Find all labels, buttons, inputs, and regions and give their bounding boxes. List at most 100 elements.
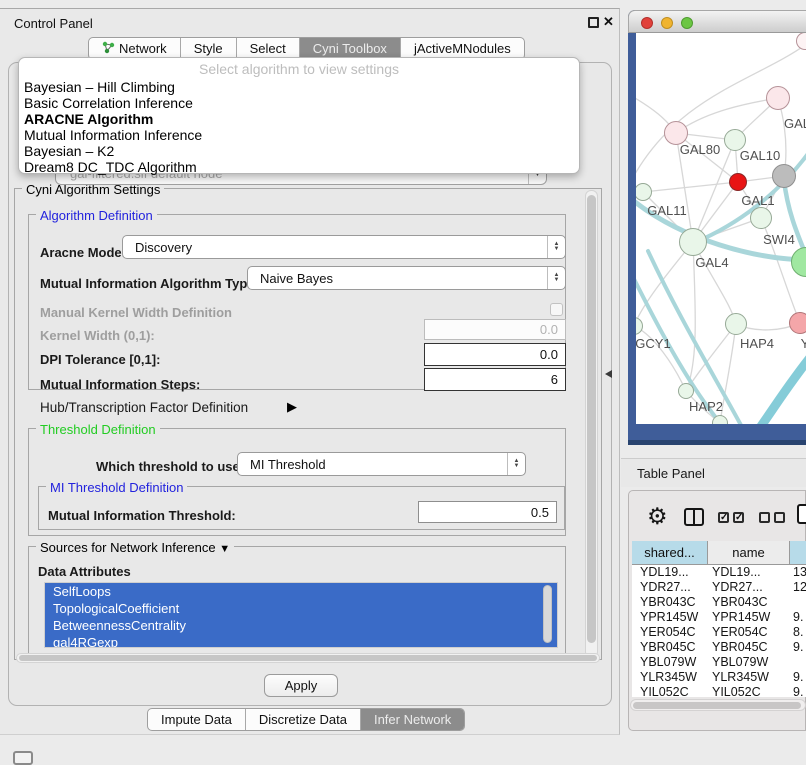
- tab-discretize-data[interactable]: Discretize Data: [245, 709, 360, 730]
- table-h-scrollbar-thumb[interactable]: [633, 702, 801, 709]
- close-window-icon[interactable]: [641, 17, 653, 29]
- settings-h-scrollbar-thumb[interactable]: [19, 655, 597, 661]
- unchecked-checkbox-icon[interactable]: [759, 512, 770, 523]
- table-cell: YDR27...: [632, 580, 708, 595]
- split-divider: [693, 510, 695, 524]
- float-panel-icon[interactable]: [588, 17, 599, 28]
- network-view-window: GALGAL80GAL10GAL11GAL1SWI4GAL4GCY1HAP4YH…: [628, 10, 806, 445]
- split-columns-icon[interactable]: [684, 508, 704, 526]
- algorithm-option[interactable]: Mutual Information Inference: [19, 127, 579, 143]
- kernel-width-input[interactable]: 0.0: [424, 319, 566, 340]
- network-node[interactable]: [729, 173, 747, 191]
- algorithm-option[interactable]: Dream8 DC_TDC Algorithm: [19, 159, 579, 175]
- table-cell: YPR145W: [708, 610, 790, 625]
- table-cell: YPR145W: [632, 610, 708, 625]
- tab-cyni-toolbox[interactable]: Cyni Toolbox: [299, 38, 400, 59]
- data-attribute-item[interactable]: TopologicalCoefficient: [45, 600, 557, 617]
- network-canvas[interactable]: GALGAL80GAL10GAL11GAL1SWI4GAL4GCY1HAP4YH…: [636, 33, 806, 424]
- kernel-width-label: Kernel Width (0,1):: [40, 328, 155, 343]
- attr-list-scrollbar[interactable]: [542, 584, 553, 646]
- tab-jactivemnodules[interactable]: jActiveMNodules: [400, 38, 524, 59]
- dpi-tolerance-input[interactable]: 0.0: [424, 343, 566, 366]
- tab-infer-network[interactable]: Infer Network: [360, 709, 464, 730]
- mi-type-select[interactable]: Naive Bayes ▲▼: [247, 266, 566, 290]
- algorithm-option[interactable]: Bayesian – Hill Climbing: [19, 79, 579, 95]
- apply-button[interactable]: Apply: [264, 674, 338, 697]
- tab-label: Style: [194, 41, 223, 56]
- tab-impute-data[interactable]: Impute Data: [148, 709, 245, 730]
- table-cell: YER054C: [632, 625, 708, 640]
- attr-list-scrollbar-thumb[interactable]: [543, 585, 552, 643]
- node-label: GAL11: [647, 203, 687, 218]
- algorithm-option[interactable]: Bayesian – K2: [19, 143, 579, 159]
- network-node-gal4[interactable]: [679, 228, 707, 256]
- table-cell: YDR27...: [708, 580, 790, 595]
- network-node-y[interactable]: [789, 312, 806, 334]
- zoom-window-icon[interactable]: [681, 17, 693, 29]
- data-attribute-item[interactable]: BetweennessCentrality: [45, 617, 557, 634]
- network-window-titlebar[interactable]: [628, 10, 806, 33]
- tab-style[interactable]: Style: [180, 38, 236, 59]
- minimized-panel-icon[interactable]: [13, 751, 33, 765]
- settings-h-scrollbar[interactable]: [16, 653, 600, 663]
- column-header-partial[interactable]: [790, 541, 806, 564]
- table-row[interactable]: YBR043CYBR043C: [632, 595, 806, 610]
- which-threshold-value: MI Threshold: [250, 457, 326, 472]
- algorithm-option[interactable]: Basic Correlation Inference: [19, 95, 579, 111]
- which-threshold-select[interactable]: MI Threshold ▲▼: [237, 452, 526, 476]
- network-node-hap4[interactable]: [725, 313, 747, 335]
- data-attribute-item[interactable]: gal4RGexp: [45, 634, 557, 648]
- mi-steps-input[interactable]: 6: [424, 368, 566, 391]
- close-panel-icon[interactable]: ✕: [603, 14, 614, 30]
- manual-kernel-checkbox[interactable]: [550, 303, 563, 316]
- table-body[interactable]: YDL19...YDL19...13YDR27...YDR27...12YBR0…: [632, 565, 806, 697]
- network-node-gal[interactable]: [766, 86, 790, 110]
- settings-scrollbar-thumb[interactable]: [587, 195, 596, 643]
- table-row[interactable]: YER054CYER054C8.: [632, 625, 806, 640]
- checked-checkbox-icon[interactable]: ✓: [718, 512, 729, 523]
- network-node-gal1[interactable]: [750, 207, 772, 229]
- table-row[interactable]: YDR27...YDR27...12: [632, 580, 806, 595]
- stepper-icon[interactable]: ▲▼: [507, 453, 525, 475]
- column-header-name[interactable]: name: [708, 541, 790, 564]
- mi-threshold-input[interactable]: 0.5: [418, 501, 557, 523]
- stepper-icon[interactable]: ▲▼: [547, 236, 565, 258]
- table-row[interactable]: YDL19...YDL19...13: [632, 565, 806, 580]
- network-node[interactable]: [772, 164, 796, 188]
- gear-icon[interactable]: ⚙: [647, 503, 668, 530]
- checked-checkbox-icon[interactable]: ✓: [733, 512, 744, 523]
- unchecked-checkbox-icon[interactable]: [774, 512, 785, 523]
- table-cell: YBR045C: [632, 640, 708, 655]
- table-cell: YBL079W: [632, 655, 708, 670]
- table-h-scrollbar[interactable]: [630, 699, 806, 711]
- settings-scrollbar[interactable]: [585, 190, 598, 658]
- column-header-shared[interactable]: shared...: [632, 541, 708, 564]
- network-node-hap2[interactable]: [678, 383, 694, 399]
- collapse-arrow-icon[interactable]: ▼: [219, 543, 230, 555]
- network-node[interactable]: [712, 415, 728, 424]
- stepper-icon[interactable]: ▲▼: [547, 267, 565, 289]
- node-label: GAL4: [695, 255, 728, 270]
- mi-steps-label: Mutual Information Steps:: [40, 377, 200, 392]
- algorithm-option[interactable]: ARACNE Algorithm: [19, 111, 579, 127]
- table-row[interactable]: YLR345WYLR345W9.: [632, 670, 806, 685]
- aracne-mode-value: Discovery: [135, 240, 192, 255]
- table-row[interactable]: YBR045CYBR045C9.: [632, 640, 806, 655]
- hub-definition-label[interactable]: Hub/Transcription Factor Definition: [40, 400, 248, 415]
- table-panel-title: Table Panel: [637, 466, 705, 481]
- table-row[interactable]: YPR145WYPR145W9.: [632, 610, 806, 625]
- aracne-mode-select[interactable]: Discovery ▲▼: [122, 235, 566, 259]
- data-attribute-item[interactable]: SelfLoops: [45, 583, 557, 600]
- node-label: HAP4: [740, 336, 774, 351]
- table-row[interactable]: YBL079WYBL079W: [632, 655, 806, 670]
- document-icon[interactable]: [797, 504, 806, 524]
- minimize-window-icon[interactable]: [661, 17, 673, 29]
- data-attributes-list[interactable]: SelfLoopsTopologicalCoefficientBetweenne…: [44, 582, 558, 648]
- tab-network[interactable]: Network: [89, 38, 180, 59]
- expand-arrow-icon[interactable]: ▶: [287, 399, 297, 415]
- table-cell: 9.: [790, 610, 806, 625]
- mouse-cursor: [605, 370, 612, 378]
- tab-select[interactable]: Select: [236, 38, 299, 59]
- table-row[interactable]: YIL052CYIL052C9.: [632, 685, 806, 697]
- dpi-tolerance-label: DPI Tolerance [0,1]:: [40, 352, 160, 367]
